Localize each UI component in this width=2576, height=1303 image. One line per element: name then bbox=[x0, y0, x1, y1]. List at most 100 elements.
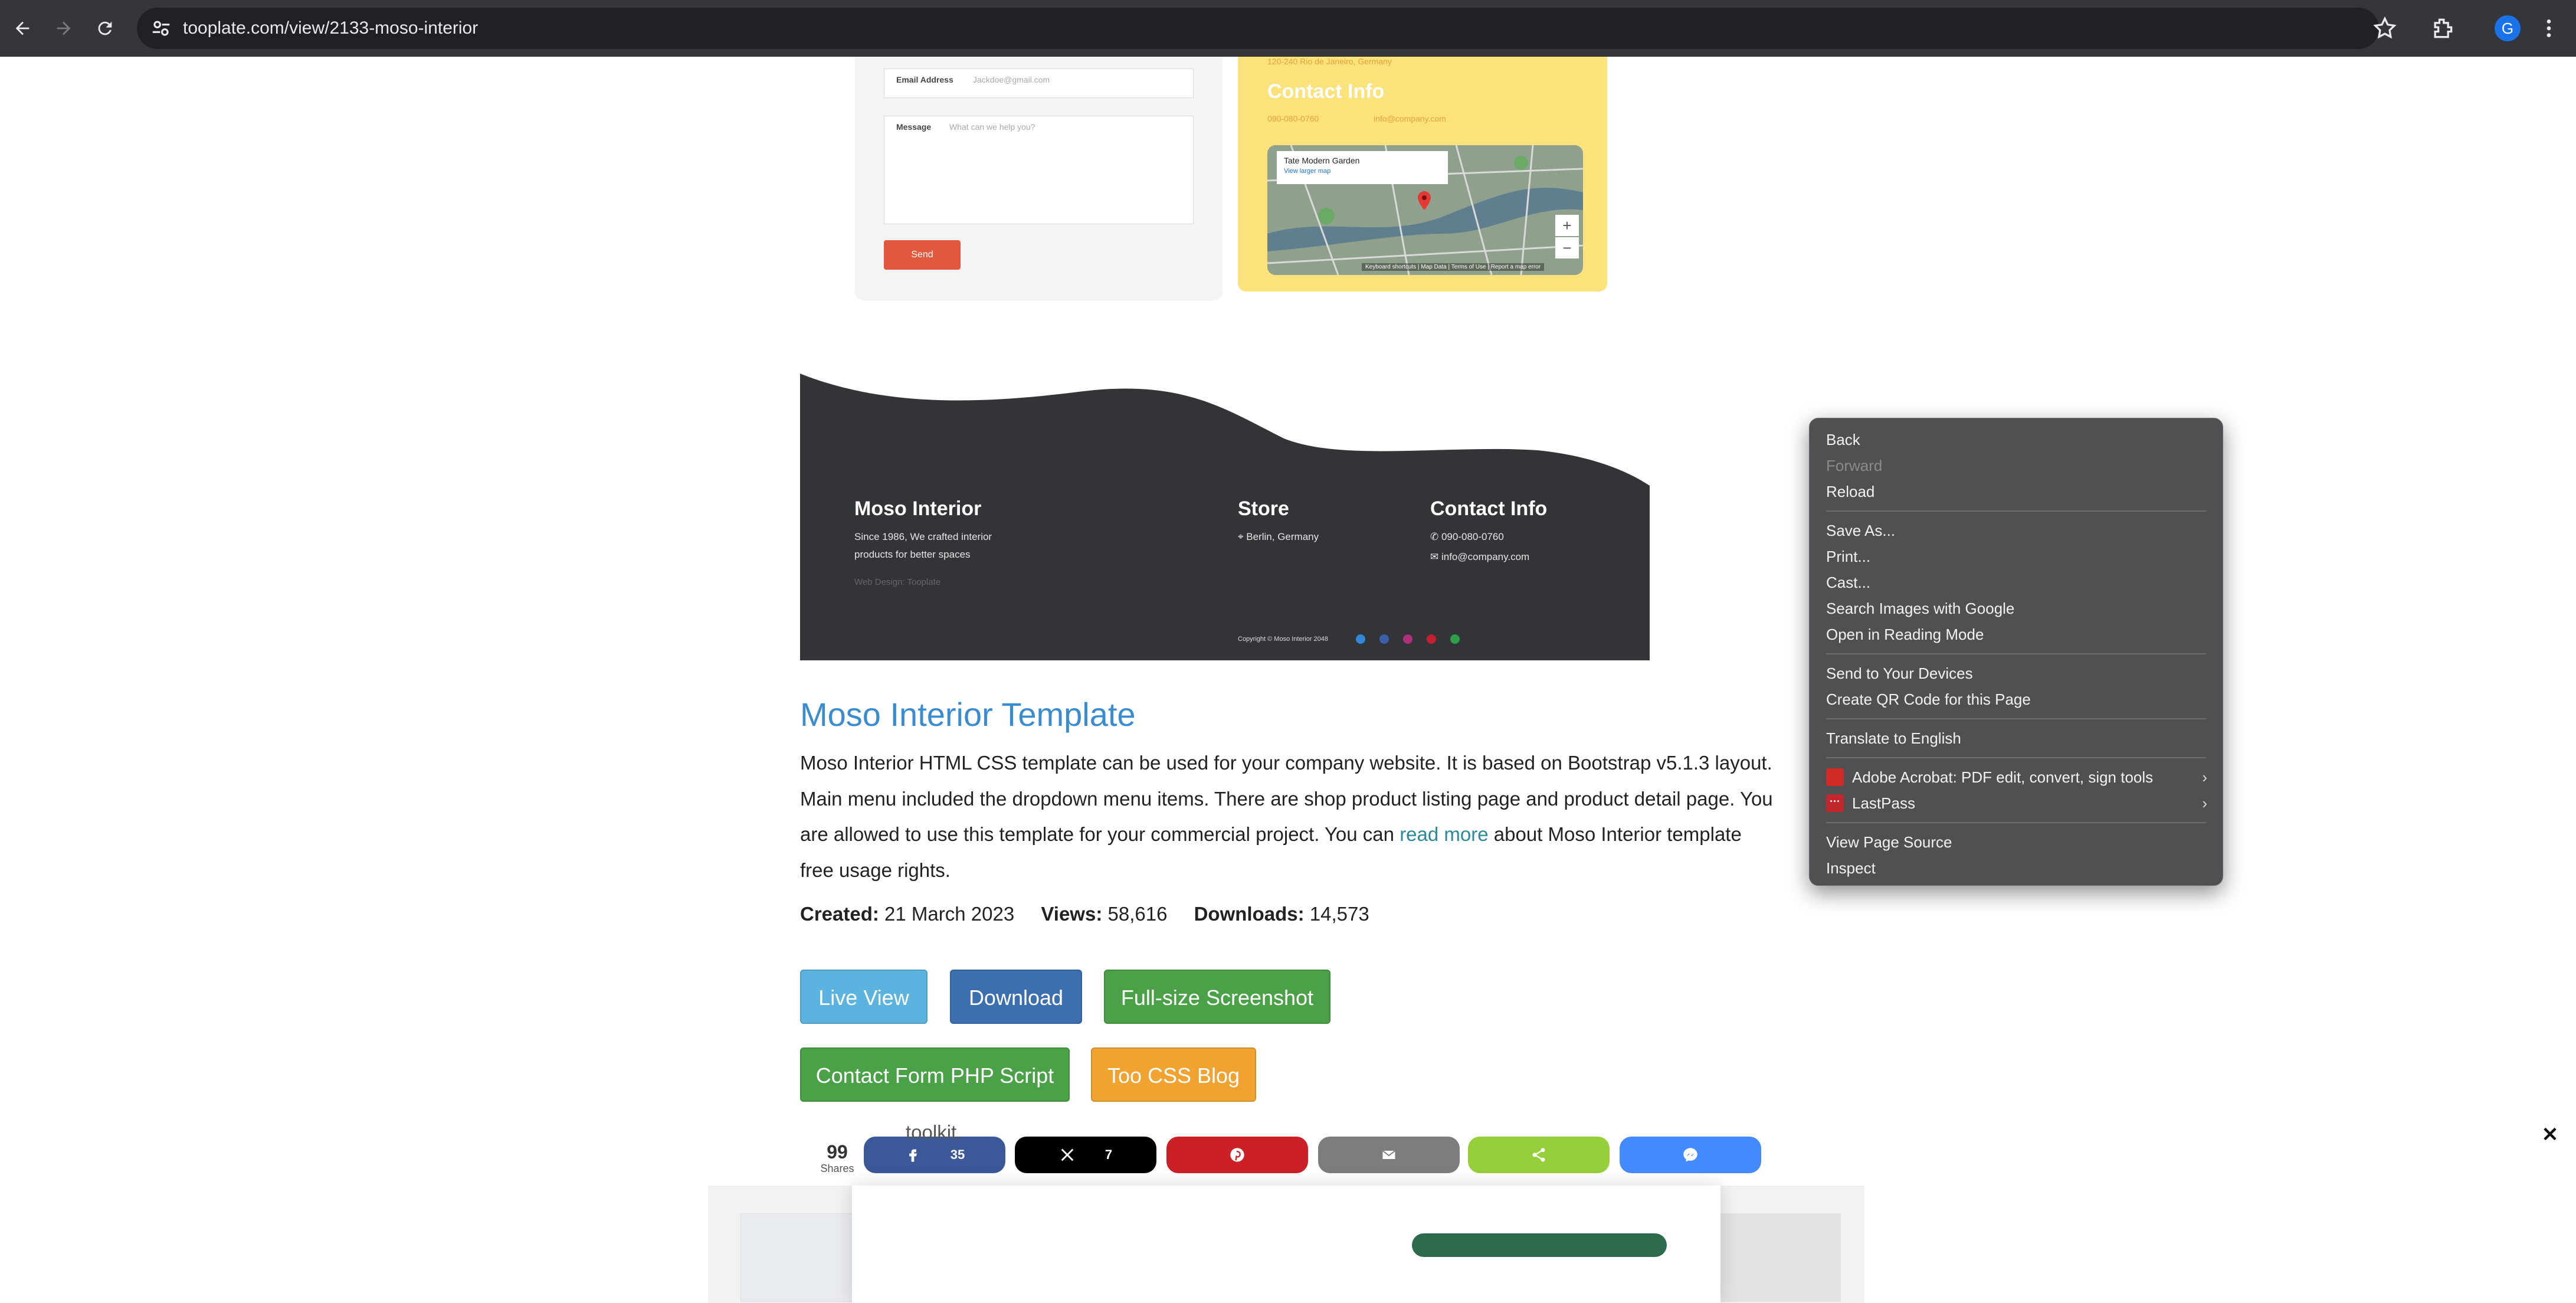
pinterest-icon bbox=[1230, 1148, 1244, 1162]
share-total: 99 bbox=[827, 1141, 848, 1163]
too-css-blog-button[interactable]: Too CSS Blog bbox=[1091, 1047, 1256, 1102]
contact-form-php-button[interactable]: Contact Form PHP Script bbox=[800, 1047, 1070, 1102]
live-view-button[interactable]: Live View bbox=[800, 970, 928, 1024]
profile-avatar[interactable]: G bbox=[2495, 15, 2521, 41]
preview-email-label: Email Address bbox=[896, 75, 953, 84]
menu-item-qr-code[interactable]: Create QR Code for this Page bbox=[1810, 686, 2223, 712]
menu-separator bbox=[1826, 653, 2206, 654]
envelope-icon bbox=[1382, 1150, 1396, 1159]
submenu-arrow-icon: › bbox=[2202, 768, 2207, 786]
preview-address: 120-240 Rio de Janeiro, Germany bbox=[1267, 57, 1392, 66]
menu-item-search-images[interactable]: Search Images with Google bbox=[1810, 595, 2223, 621]
map-place-card: Tate Modern Garden View larger map bbox=[1277, 151, 1448, 184]
submenu-arrow-icon: › bbox=[2202, 794, 2207, 812]
footer-contact-phone-text: 090-080-0760 bbox=[1441, 531, 1504, 542]
share-icon bbox=[1532, 1148, 1545, 1162]
menu-item-reading-mode[interactable]: Open in Reading Mode bbox=[1810, 621, 2223, 647]
x-logo-icon bbox=[1061, 1148, 1074, 1161]
url-text[interactable]: tooplate.com/view/2133-moso-interior bbox=[183, 8, 478, 49]
preview-email: info@company.com bbox=[1374, 114, 1446, 123]
preview-footer: Moso Interior Since 1986, We crafted int… bbox=[800, 374, 1650, 660]
menu-item-forward: Forward bbox=[1826, 457, 1883, 474]
extensions-icon[interactable] bbox=[2430, 15, 2456, 41]
menu-item-acrobat[interactable]: Adobe Acrobat: PDF edit, convert, sign t… bbox=[1810, 764, 2223, 790]
read-more-link[interactable]: read more bbox=[1400, 823, 1488, 845]
map-zoom-out: − bbox=[1555, 237, 1579, 258]
map-footer-text: Keyboard shortcuts | Map Data | Terms of… bbox=[1362, 263, 1545, 271]
share-email-button[interactable] bbox=[1318, 1137, 1460, 1173]
menu-item-send-to-devices[interactable]: Send to Your Devices bbox=[1810, 660, 2223, 686]
overlay-thumbnail-left bbox=[740, 1213, 853, 1302]
x-share-count: 7 bbox=[1105, 1147, 1113, 1162]
twitter-icon bbox=[1356, 634, 1365, 644]
meta-created: Created: 21 March 2023 bbox=[800, 903, 1014, 925]
reload-button[interactable] bbox=[89, 12, 122, 45]
download-button[interactable]: Download bbox=[950, 970, 1082, 1024]
preview-message-label: Message bbox=[896, 122, 932, 132]
address-bar[interactable]: tooplate.com/view/2133-moso-interior bbox=[137, 8, 2379, 49]
phone-icon: ✆ bbox=[1430, 531, 1441, 542]
reload-icon bbox=[98, 21, 112, 35]
menu-item-back[interactable]: Back bbox=[1810, 427, 2223, 453]
created-value: 21 March 2023 bbox=[884, 903, 1015, 925]
share-label: Shares bbox=[820, 1163, 854, 1174]
full-size-screenshot-button[interactable]: Full-size Screenshot bbox=[1104, 970, 1330, 1024]
menu-item-inspect[interactable]: Inspect bbox=[1810, 855, 2223, 881]
email-icon: ✉ bbox=[1430, 551, 1441, 562]
menu-item-save-as[interactable]: Save As... bbox=[1810, 518, 2223, 544]
footer-store-location-text: Berlin, Germany bbox=[1246, 531, 1319, 542]
menu-item-cast[interactable]: Cast... bbox=[1810, 569, 2223, 595]
preview-message-placeholder: What can we help you? bbox=[949, 122, 1035, 132]
meta-views: Views: 58,616 bbox=[1041, 903, 1167, 925]
footer-contact-email: ✉ info@company.com bbox=[1430, 548, 1529, 566]
menu-item-reload[interactable]: Reload bbox=[1810, 479, 2223, 505]
menu-item-view-source[interactable]: View Page Source bbox=[1810, 829, 2223, 855]
whatsapp-icon bbox=[1450, 634, 1460, 644]
views-value: 58,616 bbox=[1107, 903, 1168, 925]
menu-item-lastpass[interactable]: ··· LastPass › bbox=[1810, 790, 2223, 816]
menu-item-translate[interactable]: Translate to English bbox=[1810, 725, 2223, 751]
footer-contact-phone: ✆ 090-080-0760 bbox=[1430, 528, 1504, 546]
overlay-text: toolkit. bbox=[906, 1121, 962, 1143]
map-pin-icon bbox=[1418, 191, 1431, 210]
overlay-action-button[interactable] bbox=[1412, 1233, 1667, 1257]
share-x-button[interactable]: 7 bbox=[1015, 1137, 1156, 1173]
menu-item-print[interactable]: Print... bbox=[1810, 544, 2223, 569]
preview-contact-form: Email Address Jackdoe@gmail.com Message … bbox=[855, 57, 1223, 300]
footer-brand-title: Moso Interior bbox=[854, 497, 982, 520]
browser-toolbar: tooplate.com/view/2133-moso-interior G bbox=[0, 0, 2576, 57]
preview-email-placeholder: Jackdoe@gmail.com bbox=[973, 75, 1050, 84]
map-zoom-in: + bbox=[1555, 215, 1579, 236]
template-meta: Created: 21 March 2023 Views: 58,616 Dow… bbox=[800, 903, 1391, 925]
lastpass-icon: ··· bbox=[1826, 794, 1844, 813]
share-sharethis-button[interactable] bbox=[1468, 1137, 1610, 1173]
menu-separator bbox=[1826, 510, 2206, 512]
acrobat-label: Adobe Acrobat: PDF edit, convert, sign t… bbox=[1852, 768, 2154, 786]
menu-kebab-icon[interactable] bbox=[2537, 14, 2561, 42]
created-label: Created: bbox=[800, 903, 879, 925]
preview-phone: 090-080-0760 bbox=[1267, 114, 1319, 123]
forward-button[interactable] bbox=[47, 12, 80, 45]
share-pinterest-button[interactable] bbox=[1166, 1137, 1308, 1173]
footer-brand-text-2: products for better spaces bbox=[854, 549, 971, 560]
pinterest-icon bbox=[1427, 634, 1436, 644]
facebook-icon bbox=[909, 1149, 917, 1162]
footer-store-title: Store bbox=[1238, 497, 1289, 520]
footer-web-design: Web Design: Tooplate bbox=[854, 577, 941, 587]
site-settings-icon[interactable] bbox=[150, 17, 172, 40]
adobe-acrobat-icon bbox=[1826, 768, 1844, 787]
footer-contact-email-text: info@company.com bbox=[1441, 551, 1530, 562]
share-counter: 99 Shares bbox=[817, 1141, 858, 1175]
map-place-name: Tate Modern Garden bbox=[1284, 156, 1360, 165]
map-larger-link: View larger map bbox=[1284, 168, 1331, 175]
share-messenger-button[interactable] bbox=[1620, 1137, 1761, 1173]
back-button[interactable] bbox=[6, 12, 39, 45]
footer-store-location: ⌖ Berlin, Germany bbox=[1238, 528, 1319, 546]
instagram-icon bbox=[1403, 634, 1412, 644]
menu-separator bbox=[1826, 718, 2206, 719]
footer-contact-title: Contact Info bbox=[1430, 497, 1548, 520]
bookmark-star-icon[interactable] bbox=[2372, 15, 2398, 41]
preview-contact-info: 120-240 Rio de Janeiro, Germany Contact … bbox=[1238, 57, 1607, 292]
lastpass-label: LastPass bbox=[1852, 794, 1915, 812]
overlay-close-icon[interactable]: ✕ bbox=[2540, 1125, 2560, 1145]
